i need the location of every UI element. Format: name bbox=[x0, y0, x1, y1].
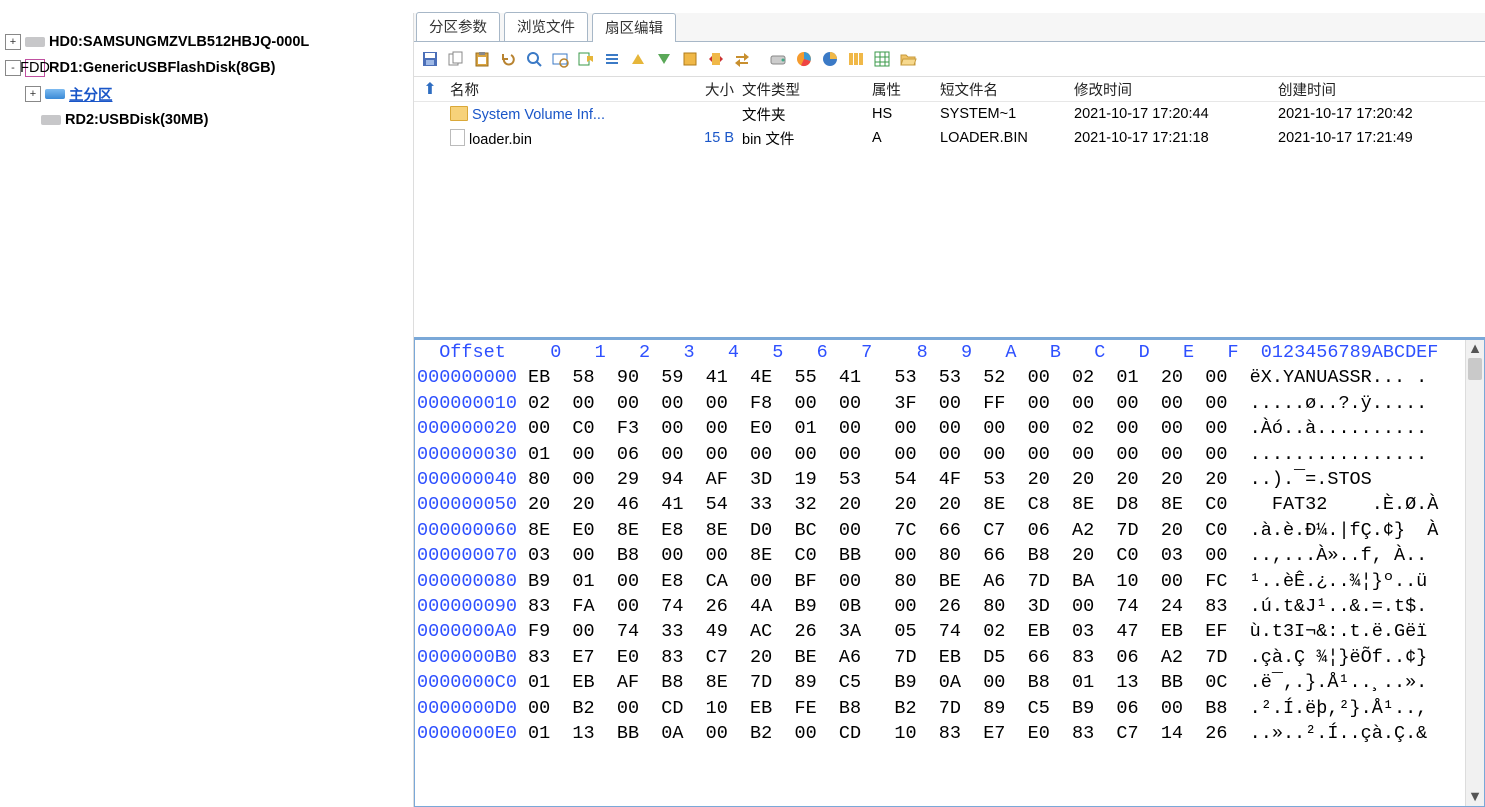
file-short: LOADER.BIN bbox=[936, 130, 1070, 146]
col-size[interactable]: 大小 bbox=[686, 79, 738, 100]
col-created[interactable]: 创建时间 bbox=[1274, 79, 1478, 100]
harddisk-icon bbox=[25, 37, 45, 47]
tree-node-rd2[interactable]: RD2:USBDisk(30MB) bbox=[5, 107, 413, 133]
col-shortname[interactable]: 短文件名 bbox=[936, 79, 1070, 100]
columns-icon[interactable] bbox=[844, 47, 868, 71]
file-modified: 2021-10-17 17:20:44 bbox=[1070, 106, 1274, 122]
copy-icon[interactable] bbox=[444, 47, 468, 71]
col-modified[interactable]: 修改时间 bbox=[1070, 79, 1274, 100]
file-attr: HS bbox=[868, 106, 936, 122]
file-row[interactable]: loader.bin 15 B bin 文件 A LOADER.BIN 2021… bbox=[414, 126, 1485, 150]
paste-icon[interactable] bbox=[470, 47, 494, 71]
floppy-icon: FDD bbox=[25, 59, 45, 77]
file-list-header: ⬆ 名称 大小 文件类型 属性 短文件名 修改时间 创建时间 bbox=[414, 77, 1485, 102]
file-created: 2021-10-17 17:21:49 bbox=[1274, 130, 1478, 146]
tree-node-label: RD1:GenericUSBFlashDisk(8GB) bbox=[49, 60, 275, 76]
file-name: System Volume Inf... bbox=[472, 107, 605, 123]
file-modified: 2021-10-17 17:21:18 bbox=[1070, 130, 1274, 146]
bookmark-icon[interactable] bbox=[574, 47, 598, 71]
file-row[interactable]: System Volume Inf... 文件夹 HS SYSTEM~1 202… bbox=[414, 102, 1485, 126]
insert-icon[interactable] bbox=[704, 47, 728, 71]
file-type: bin 文件 bbox=[738, 128, 868, 149]
tab-partition-params[interactable]: 分区参数 bbox=[416, 12, 500, 41]
folder-open-icon[interactable] bbox=[896, 47, 920, 71]
expand-icon[interactable]: + bbox=[25, 86, 41, 102]
file-list-panel: ⬆ 名称 大小 文件类型 属性 短文件名 修改时间 创建时间 System Vo… bbox=[414, 77, 1485, 339]
tree-node-hd0[interactable]: + HD0:SAMSUNGMZVLB512HBJQ-000L bbox=[5, 29, 413, 55]
scroll-up-icon[interactable]: ▲ bbox=[1466, 340, 1484, 358]
folder-icon bbox=[450, 106, 468, 121]
disk-icon[interactable] bbox=[766, 47, 790, 71]
tree-node-rd1[interactable]: - FDD RD1:GenericUSBFlashDisk(8GB) bbox=[5, 55, 413, 81]
col-name[interactable]: 名称 bbox=[446, 79, 686, 100]
tab-browse-files[interactable]: 浏览文件 bbox=[504, 12, 588, 41]
tree-node-label: 主分区 bbox=[69, 84, 113, 105]
device-tree: + HD0:SAMSUNGMZVLB512HBJQ-000L - FDD RD1… bbox=[0, 13, 414, 807]
up-arrow-icon[interactable]: ⬆ bbox=[414, 79, 446, 99]
col-type[interactable]: 文件类型 bbox=[738, 79, 868, 100]
save-icon[interactable] bbox=[418, 47, 442, 71]
file-name: loader.bin bbox=[469, 132, 532, 148]
swap-icon[interactable] bbox=[730, 47, 754, 71]
pie-multi-icon[interactable] bbox=[792, 47, 816, 71]
scroll-down-icon[interactable]: ▼ bbox=[1466, 788, 1484, 806]
tree-node-label: RD2:USBDisk(30MB) bbox=[65, 112, 208, 128]
tree-node-label: HD0:SAMSUNGMZVLB512HBJQ-000L bbox=[49, 34, 309, 50]
toolbar bbox=[414, 42, 1485, 77]
search-icon[interactable] bbox=[522, 47, 546, 71]
scroll-thumb[interactable] bbox=[1468, 358, 1482, 380]
expand-icon[interactable]: + bbox=[5, 34, 21, 50]
file-type: 文件夹 bbox=[738, 104, 868, 125]
usbdisk-icon bbox=[41, 115, 61, 125]
file-size: 15 B bbox=[686, 130, 738, 146]
undo-icon[interactable] bbox=[496, 47, 520, 71]
tab-bar: 分区参数 浏览文件 扇区编辑 bbox=[414, 13, 1485, 42]
file-attr: A bbox=[868, 130, 936, 146]
scrollbar[interactable]: ▲ ▼ bbox=[1465, 340, 1484, 806]
collapse-icon[interactable]: - bbox=[5, 60, 21, 76]
down-triangle-icon[interactable] bbox=[652, 47, 676, 71]
goto-icon[interactable] bbox=[548, 47, 572, 71]
tab-sector-edit[interactable]: 扇区编辑 bbox=[592, 13, 676, 42]
up-triangle-icon[interactable] bbox=[626, 47, 650, 71]
file-created: 2021-10-17 17:20:42 bbox=[1274, 106, 1478, 122]
pie-blue-icon[interactable] bbox=[818, 47, 842, 71]
file-icon bbox=[450, 129, 465, 146]
block-icon[interactable] bbox=[678, 47, 702, 71]
hex-editor[interactable]: Offset 0 1 2 3 4 5 6 7 8 9 A B C D E F 0… bbox=[414, 339, 1485, 807]
partition-icon bbox=[45, 89, 65, 99]
grid-icon[interactable] bbox=[870, 47, 894, 71]
tree-node-partition[interactable]: + 主分区 bbox=[5, 81, 413, 107]
list-icon[interactable] bbox=[600, 47, 624, 71]
col-attr[interactable]: 属性 bbox=[868, 79, 936, 100]
file-short: SYSTEM~1 bbox=[936, 106, 1070, 122]
